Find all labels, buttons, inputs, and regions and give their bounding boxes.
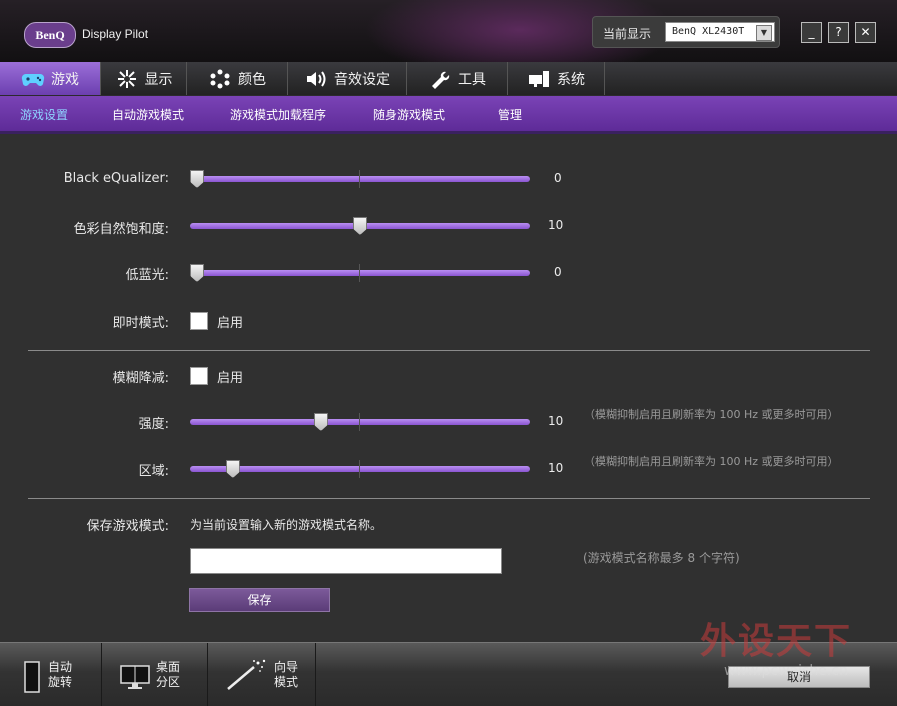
intensity-slider[interactable]	[190, 413, 530, 431]
black-equalizer-slider[interactable]	[190, 170, 530, 188]
subtab-portable-game-mode[interactable]: 随身游戏模式	[373, 106, 445, 123]
blur-reduction-checkbox[interactable]	[190, 367, 208, 385]
area-slider[interactable]	[190, 460, 530, 478]
section-divider	[28, 498, 870, 499]
watermark-logo: 外设天下	[700, 620, 853, 662]
subtab-manage[interactable]: 管理	[498, 106, 522, 123]
subtab-auto-game-mode[interactable]: 自动游戏模式	[112, 106, 184, 123]
desktop-partition-label: 桌面 分区	[156, 660, 180, 690]
desktop-partition-button[interactable]: 桌面 分区	[102, 643, 208, 706]
tab-display[interactable]: 显示	[101, 62, 187, 95]
slider-thumb[interactable]	[190, 170, 204, 188]
slider-thumb[interactable]	[313, 413, 328, 431]
tab-system[interactable]: 系统	[508, 62, 605, 95]
auto-rotate-button[interactable]: 自动 旋转	[0, 643, 102, 706]
save-game-mode-label: 保存游戏模式:	[86, 519, 169, 534]
tab-tools[interactable]: 工具	[407, 62, 508, 95]
area-availability-note: （模糊抑制启用且刷新率为 100 Hz 或更多时可用）	[584, 455, 839, 468]
area-label: 区域:	[138, 464, 169, 479]
monitor-select-value: BenQ XL2430T	[672, 26, 745, 37]
tab-color[interactable]: 颜色	[187, 62, 288, 95]
title-bar: BenQ Display Pilot 当前显示 BenQ XL2430T ▼ _…	[0, 0, 897, 62]
current-monitor-label: 当前显示	[603, 27, 652, 41]
subtab-game-mode-loader[interactable]: 游戏模式加载程序	[230, 106, 326, 123]
subtab-game-settings[interactable]: 游戏设置	[20, 106, 68, 123]
dropdown-arrow-icon[interactable]: ▼	[756, 25, 772, 41]
wizard-mode-line2: 模式	[274, 675, 299, 689]
color-vibrance-value: 10	[548, 218, 564, 232]
low-blue-light-label: 低蓝光:	[125, 268, 169, 283]
system-monitor-icon	[529, 70, 549, 87]
close-button[interactable]: ✕	[855, 22, 876, 43]
tab-color-label: 颜色	[238, 71, 266, 88]
tab-game[interactable]: 游戏	[0, 62, 101, 95]
slider-thumb[interactable]	[190, 264, 204, 282]
tab-system-label: 系统	[557, 71, 585, 88]
auto-rotate-label: 自动 旋转	[48, 660, 72, 690]
wizard-mode-label: 向导 模式	[274, 660, 298, 690]
intensity-label: 强度:	[138, 417, 169, 432]
wizard-mode-button[interactable]: 向导 模式	[208, 643, 316, 706]
slider-center-tick	[359, 170, 360, 188]
speaker-icon	[307, 70, 326, 87]
main-tabs: 游戏 显示 颜色 音效设定 工具 系统	[0, 62, 897, 97]
color-dots-icon	[210, 69, 230, 88]
desktop-partition-line2: 分区	[156, 675, 181, 689]
display-brightness-icon	[117, 69, 136, 88]
save-button[interactable]: 保存	[189, 588, 330, 612]
slider-center-tick	[359, 413, 360, 431]
watermark-url: www.pcwaishe.cn	[724, 663, 848, 679]
instant-mode-label: 即时模式:	[112, 316, 169, 331]
help-button[interactable]: ?	[828, 22, 849, 43]
tab-audio-label: 音效设定	[334, 71, 390, 88]
slider-thumb[interactable]	[225, 460, 240, 478]
tab-game-label: 游戏	[51, 71, 79, 88]
intensity-availability-note: （模糊抑制启用且刷新率为 100 Hz 或更多时可用）	[584, 408, 839, 421]
game-mode-name-input[interactable]	[190, 548, 502, 574]
color-vibrance-slider[interactable]	[190, 217, 530, 235]
app-title: Display Pilot	[82, 27, 149, 41]
auto-rotate-line2: 旋转	[48, 675, 73, 689]
wizard-mode-line1: 向导	[274, 660, 299, 674]
monitor-select[interactable]: BenQ XL2430T ▼	[665, 22, 775, 42]
wrench-icon	[432, 71, 450, 89]
wizard-wand-icon	[227, 659, 266, 690]
black-equalizer-value: 0	[554, 171, 562, 185]
display-pilot-window: BenQ Display Pilot 当前显示 BenQ XL2430T ▼ _…	[0, 0, 897, 706]
desktop-partition-line1: 桌面	[156, 660, 181, 674]
tab-audio[interactable]: 音效设定	[288, 62, 407, 95]
sub-tabs: 游戏设置 自动游戏模式 游戏模式加载程序 随身游戏模式 管理	[0, 96, 897, 134]
save-game-mode-hint: 为当前设置输入新的游戏模式名称。	[190, 518, 383, 532]
auto-rotate-line1: 自动	[48, 660, 73, 674]
blur-reduction-label: 模糊降减:	[112, 371, 169, 386]
blur-reduction-enable-label: 启用	[217, 371, 244, 386]
minimize-button[interactable]: _	[801, 22, 822, 43]
current-monitor-box: 当前显示 BenQ XL2430T ▼	[592, 16, 780, 48]
instant-mode-checkbox[interactable]	[190, 312, 208, 330]
low-blue-light-value: 0	[554, 265, 562, 279]
tab-display-label: 显示	[144, 71, 173, 88]
black-equalizer-label: Black eQualizer:	[63, 171, 169, 186]
instant-mode-enable-label: 启用	[217, 316, 244, 331]
color-vibrance-label: 色彩自然饱和度:	[73, 222, 169, 237]
tab-bar-filler	[605, 62, 897, 95]
section-divider	[28, 350, 870, 351]
low-blue-light-slider[interactable]	[190, 264, 530, 282]
tab-tools-label: 工具	[458, 71, 486, 88]
rotate-monitor-icon	[24, 661, 40, 693]
desktop-partition-icon	[120, 665, 150, 689]
intensity-value: 10	[548, 414, 564, 428]
gamepad-icon	[21, 73, 45, 86]
slider-center-tick	[359, 264, 360, 282]
name-length-note: (游戏模式名称最多 8 个字符)	[583, 551, 740, 565]
benq-logo: BenQ	[24, 22, 76, 48]
area-value: 10	[548, 461, 564, 475]
slider-center-tick	[359, 460, 360, 478]
slider-thumb[interactable]	[353, 217, 367, 235]
